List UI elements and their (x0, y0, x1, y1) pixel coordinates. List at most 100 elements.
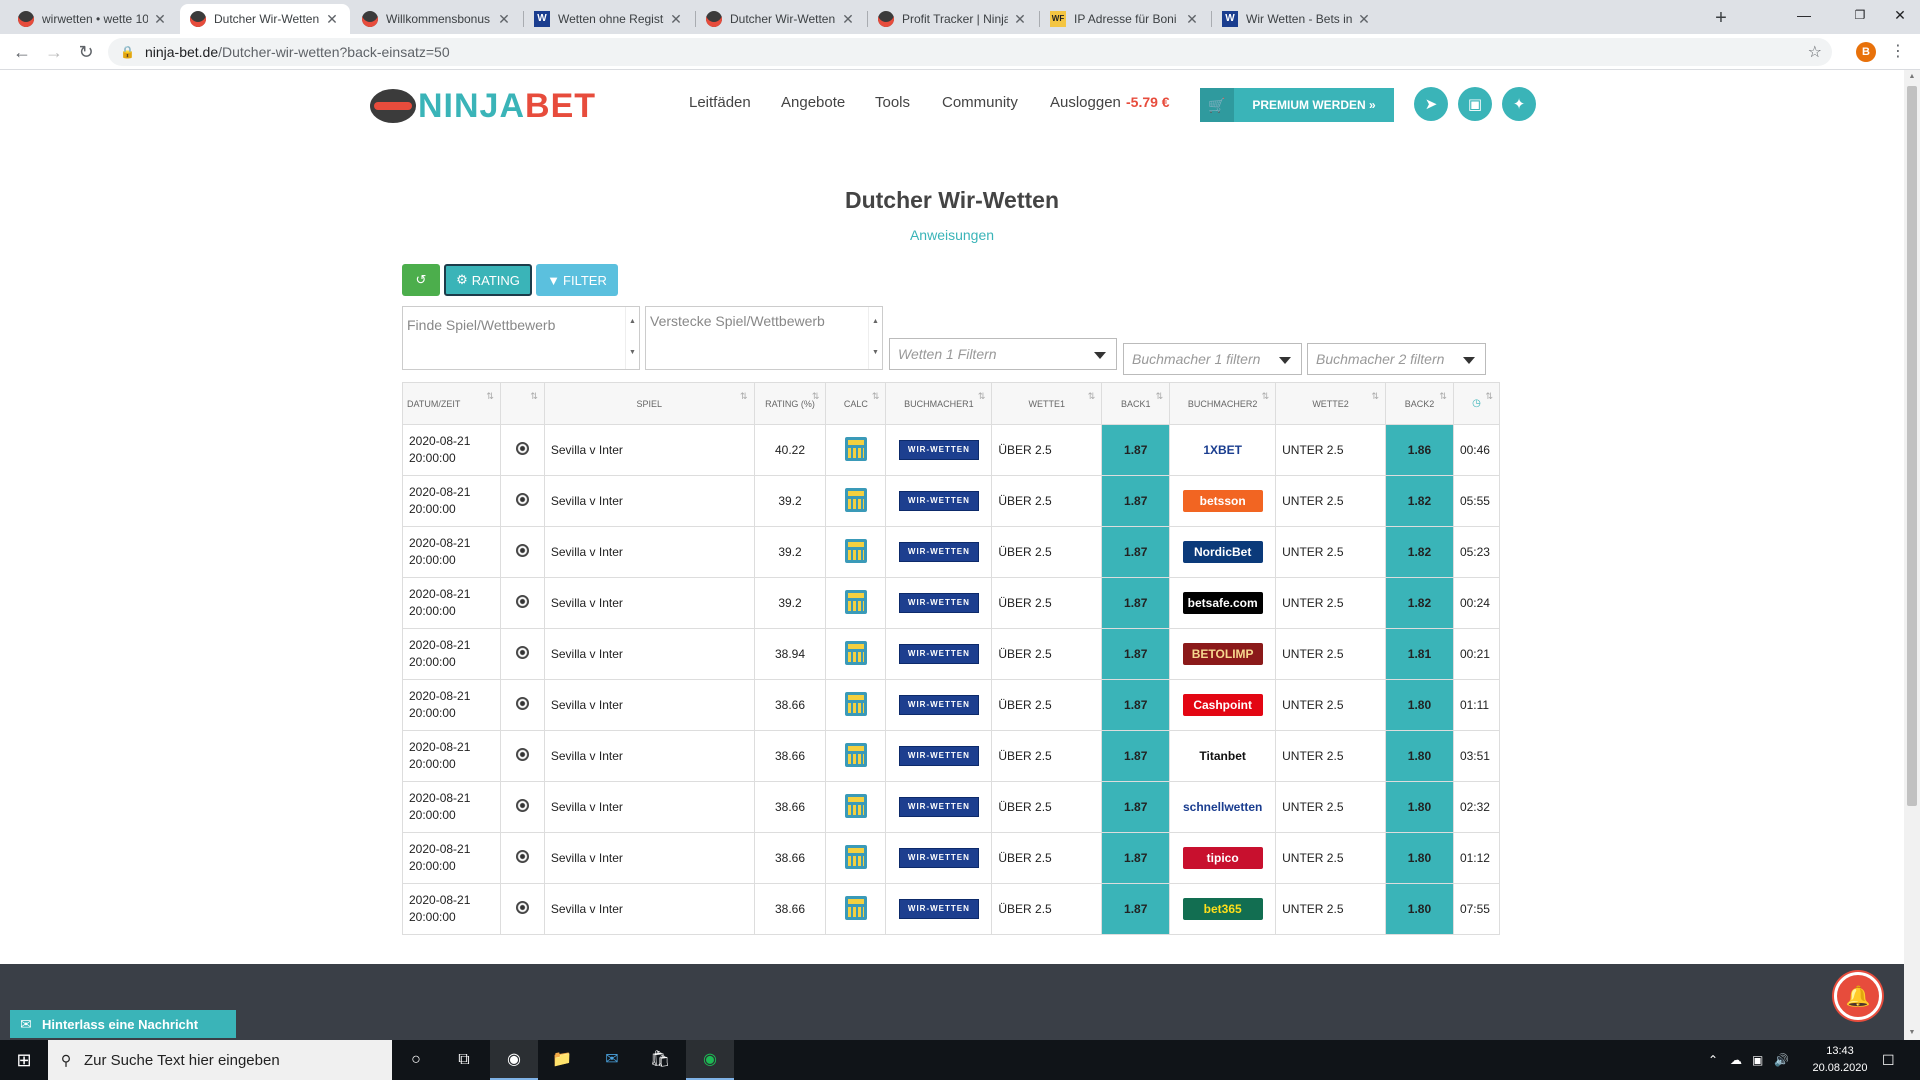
sort-icon[interactable]: ⇅ (872, 391, 880, 402)
tray-chevron-icon[interactable]: ⌃ (1708, 1040, 1718, 1080)
minimize-button[interactable]: — (1776, 0, 1832, 30)
bookmark-star-icon[interactable]: ☆ (1808, 42, 1822, 62)
column-header[interactable]: Back1 ⇅ (1101, 382, 1171, 425)
filter-button[interactable]: ▼ FILTER (536, 264, 618, 296)
scroll-down-icon[interactable]: ▼ (1904, 1026, 1920, 1040)
wirwetten-logo[interactable]: WIR-WETTEN (898, 440, 979, 460)
nav-item-leitfäden[interactable]: Leitfäden (689, 94, 751, 111)
table-row[interactable]: 2020-08-21 20:00:00 Sevilla v Inter 40.22 WI… (402, 424, 1501, 476)
nav-item-angebote[interactable]: Angebote (781, 94, 845, 111)
taskbar-search-box[interactable]: ⚲ Zur Suche Text hier eingeben (48, 1040, 392, 1080)
profile-avatar[interactable]: B (1856, 42, 1876, 62)
column-header[interactable]: Wette1 ⇅ (991, 382, 1103, 425)
new-tab-button[interactable]: + (1708, 6, 1734, 32)
find-game-input[interactable]: Finde Spiel/Wettbewerb ▲ ▼ (402, 306, 640, 370)
forward-arrow-icon[interactable]: → (42, 40, 66, 64)
spotify-icon[interactable]: ◉ (686, 1040, 734, 1080)
store-icon[interactable]: 🛍 (636, 1040, 684, 1080)
premium-button[interactable]: 🛒 PREMIUM WERDEN » (1200, 88, 1394, 122)
tab-close-icon[interactable]: ✕ (496, 11, 512, 28)
calculator-icon[interactable] (844, 742, 867, 767)
column-header[interactable]: Wette2 ⇅ (1275, 382, 1387, 425)
browser-tab[interactable]: W Wir Wetten - Bets in sports ✕ (1212, 4, 1382, 34)
bookmaker2-logo[interactable]: 1XBET (1182, 439, 1263, 461)
twitter-icon[interactable]: ✦ (1502, 87, 1536, 121)
hide-game-input[interactable]: Verstecke Spiel/Wettbewerb ▲ ▼ (645, 306, 883, 370)
browser-tab[interactable]: Willkommensbonus wirwetten ✕ (352, 4, 522, 34)
bookie1-filter-select[interactable]: Buchmacher 1 filtern (1123, 343, 1302, 375)
tab-close-icon[interactable]: ✕ (668, 11, 684, 28)
table-row[interactable]: 2020-08-21 20:00:00 Sevilla v Inter 38.66 WI… (402, 832, 1501, 884)
column-header[interactable]: Back2 ⇅ (1385, 382, 1454, 425)
back-arrow-icon[interactable]: ← (10, 40, 34, 64)
table-row[interactable]: 2020-08-21 20:00:00 Sevilla v Inter 38.66 WI… (402, 679, 1501, 731)
network-icon[interactable]: ▣ (1752, 1040, 1763, 1080)
browser-tab[interactable]: Dutcher Wir-Wetten | Ninja-Bet ✕ (180, 4, 350, 34)
tab-close-icon[interactable]: ✕ (1012, 11, 1028, 28)
calculator-icon[interactable] (844, 436, 867, 461)
wirwetten-logo[interactable]: WIR-WETTEN (898, 848, 979, 868)
wirwetten-logo[interactable]: WIR-WETTEN (898, 899, 979, 919)
windows-start-icon[interactable]: ⊞ (0, 1040, 48, 1080)
table-row[interactable]: 2020-08-21 20:00:00 Sevilla v Inter 39.2 WIR… (402, 526, 1501, 578)
onedrive-icon[interactable]: ☁ (1730, 1040, 1742, 1080)
tab-close-icon[interactable]: ✕ (324, 11, 340, 28)
bookmaker2-logo[interactable]: Titanbet (1182, 745, 1263, 767)
tab-close-icon[interactable]: ✕ (840, 11, 856, 28)
column-header[interactable]: Spiel ⇅ (543, 382, 755, 425)
bookmaker2-logo[interactable]: BETOLIMP (1182, 643, 1263, 665)
column-header[interactable]: Rating (%) ⇅ (753, 382, 827, 425)
column-header[interactable]: ⇅ (499, 382, 545, 425)
table-row[interactable]: 2020-08-21 20:00:00 Sevilla v Inter 38.94 WI… (402, 628, 1501, 680)
wirwetten-logo[interactable]: WIR-WETTEN (898, 491, 979, 511)
tab-close-icon[interactable]: ✕ (1356, 11, 1372, 28)
wirwetten-logo[interactable]: WIR-WETTEN (898, 542, 979, 562)
browser-tab[interactable]: W Wetten ohne Registrierung ✕ (524, 4, 694, 34)
taskbar-clock[interactable]: 13:43 20.08.2020 (1800, 1043, 1880, 1077)
refresh-button[interactable]: ↺ (402, 264, 440, 296)
sort-icon[interactable]: ⇅ (978, 391, 986, 402)
sort-icon[interactable]: ⇅ (1485, 391, 1493, 402)
sort-icon[interactable]: ⇅ (1371, 391, 1379, 402)
bookmaker2-logo[interactable]: tipico (1182, 847, 1263, 869)
sort-icon[interactable]: ⇅ (1439, 391, 1447, 402)
browser-tab[interactable]: Profit Tracker | Ninja-Bet.de ✕ (868, 4, 1038, 34)
nav-item-tools[interactable]: Tools (875, 94, 910, 111)
sort-icon[interactable]: ⇅ (1262, 391, 1270, 402)
wirwetten-logo[interactable]: WIR-WETTEN (898, 644, 979, 664)
nav-item-ausloggen[interactable]: Ausloggen (1050, 94, 1121, 111)
tab-close-icon[interactable]: ✕ (152, 11, 168, 28)
chrome-taskbar-icon[interactable]: ◉ (490, 1040, 538, 1080)
bookie2-filter-select[interactable]: Buchmacher 2 filtern (1307, 343, 1486, 375)
calculator-icon[interactable] (844, 589, 867, 614)
table-row[interactable]: 2020-08-21 20:00:00 Sevilla v Inter 38.66 WI… (402, 781, 1501, 833)
column-header[interactable]: ◷ ⇅ (1452, 382, 1501, 425)
sort-icon[interactable]: ⇅ (530, 391, 538, 402)
bookmaker2-logo[interactable]: schnellwetten (1182, 796, 1263, 818)
leave-message-button[interactable]: ✉ Hinterlass eine Nachricht (10, 1010, 236, 1038)
volume-icon[interactable]: 🔊 (1774, 1040, 1789, 1080)
bookmaker2-logo[interactable]: bet365 (1182, 898, 1263, 920)
instagram-icon[interactable]: ▣ (1458, 87, 1492, 121)
page-scrollbar[interactable]: ▲ ▼ (1904, 70, 1920, 1040)
task-view-icon[interactable]: ⧉ (440, 1040, 488, 1080)
column-header[interactable]: Buchmacher1 ⇅ (885, 382, 993, 425)
sort-icon[interactable]: ⇅ (486, 391, 494, 402)
sort-icon[interactable]: ⇅ (740, 391, 748, 402)
cortana-icon[interactable]: ○ (392, 1040, 440, 1080)
calculator-icon[interactable] (844, 844, 867, 869)
sort-icon[interactable]: ⇅ (1088, 391, 1096, 402)
find-scrollbar[interactable]: ▲ ▼ (625, 307, 639, 369)
nav-item-community[interactable]: Community (942, 94, 1018, 111)
mail-icon[interactable]: ✉ (588, 1040, 636, 1080)
browser-tab[interactable]: Dutcher Wir-Wetten | Ninja-Bet ✕ (696, 4, 866, 34)
instructions-link[interactable]: Anweisungen (0, 227, 1904, 243)
reload-icon[interactable]: ↻ (74, 40, 98, 64)
ninjabet-logo[interactable]: NINJA BET (370, 86, 596, 126)
wirwetten-logo[interactable]: WIR-WETTEN (898, 695, 979, 715)
calculator-icon[interactable] (844, 793, 867, 818)
table-row[interactable]: 2020-08-21 20:00:00 Sevilla v Inter 39.2 WIR… (402, 577, 1501, 629)
bookmaker2-logo[interactable]: betsafe.com (1182, 592, 1263, 614)
column-header[interactable]: Datum/Zeit ⇅ (402, 382, 501, 425)
browser-tab[interactable]: WF IP Adresse für Boni - wettforum ✕ (1040, 4, 1210, 34)
